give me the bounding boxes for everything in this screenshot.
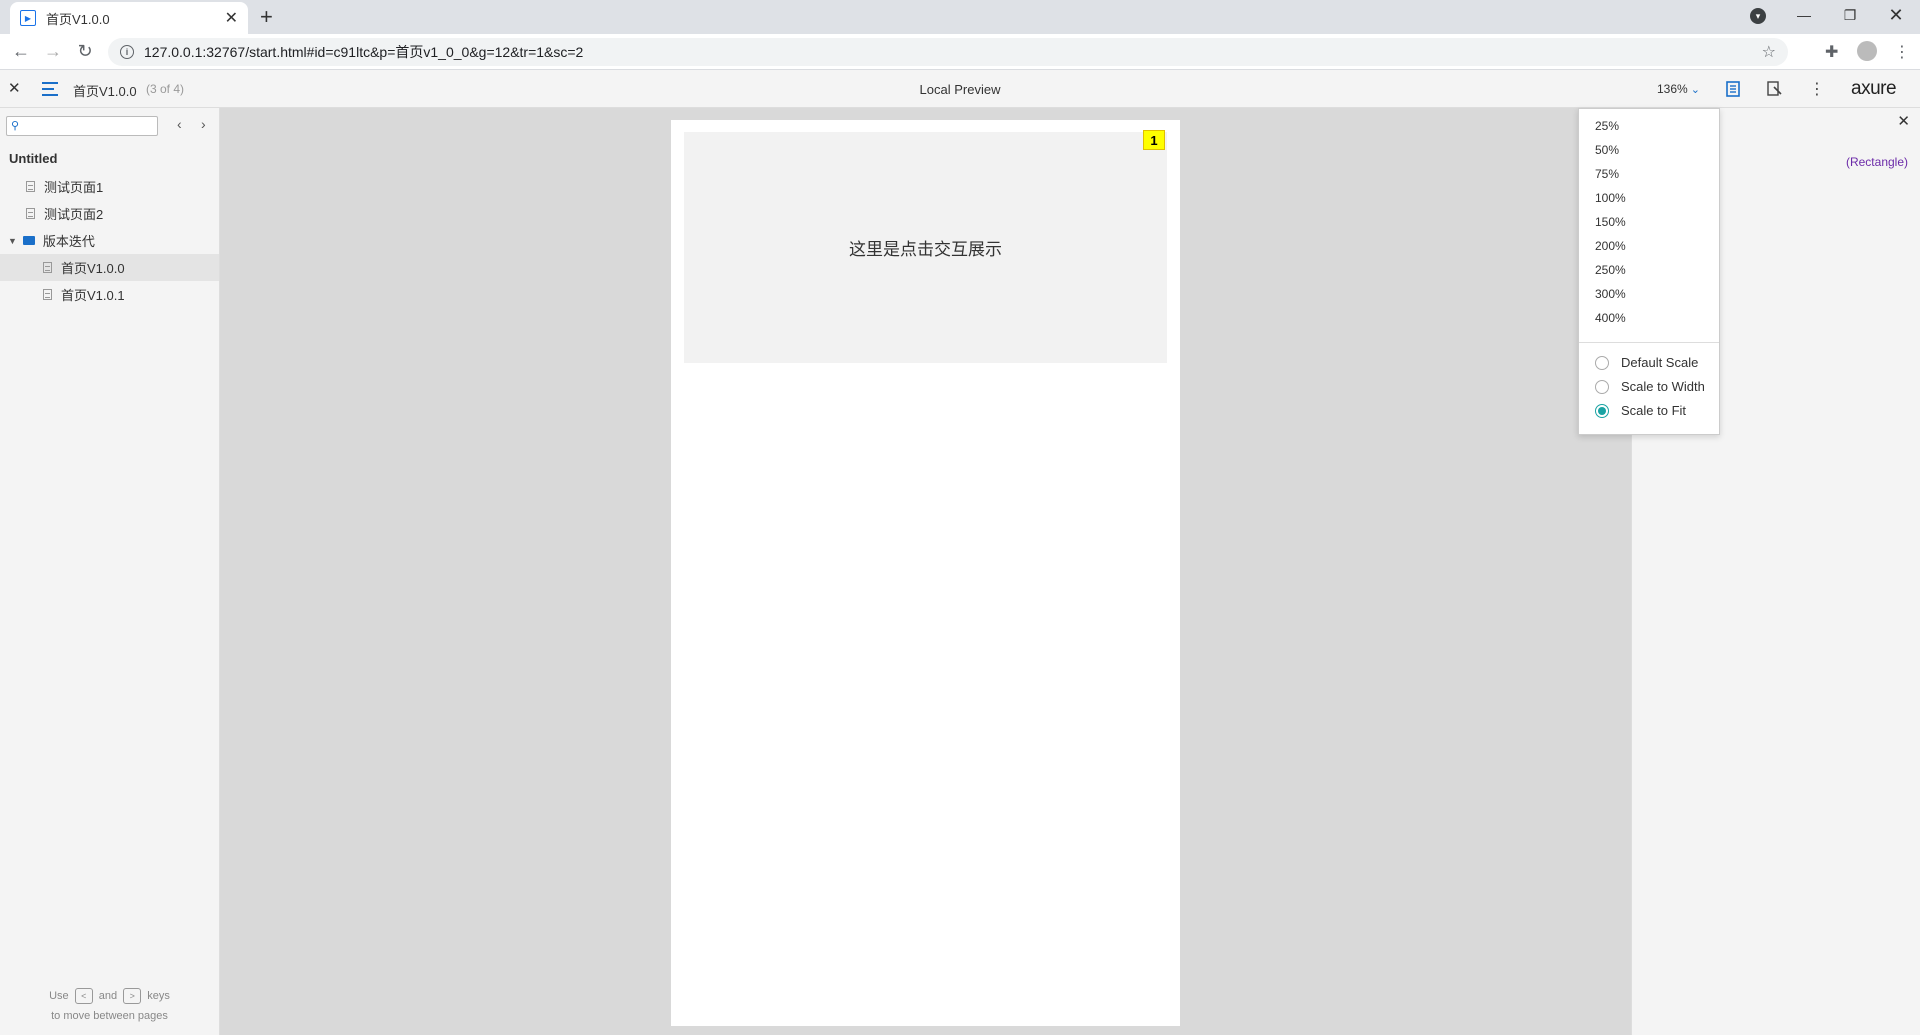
scale-option-width[interactable]: Scale to Width bbox=[1595, 379, 1705, 394]
close-tab-icon[interactable]: ✕ bbox=[225, 8, 238, 28]
search-icon: ⚲ bbox=[11, 120, 20, 132]
zoom-option[interactable]: 300% bbox=[1595, 287, 1626, 301]
current-page-name: 首页V1.0.0 bbox=[73, 84, 137, 99]
zoom-option[interactable]: 200% bbox=[1595, 239, 1626, 253]
browser-menu-icon[interactable]: ⋮ bbox=[1894, 42, 1910, 62]
zoom-option[interactable]: 50% bbox=[1595, 143, 1619, 157]
restore-icon[interactable]: ❐ bbox=[1827, 0, 1873, 30]
address-bar[interactable]: i 127.0.0.1:32767/start.html#id=c91ltc&p… bbox=[108, 38, 1788, 66]
widget-type-label: (Rectangle) bbox=[1845, 155, 1908, 169]
bookmark-star-icon[interactable]: ☆ bbox=[1762, 42, 1776, 62]
hint-text: keys bbox=[147, 990, 170, 1002]
keyboard-hint: Use < and > keys bbox=[0, 986, 219, 1006]
zoom-option[interactable]: 100% bbox=[1595, 191, 1626, 205]
page-icon bbox=[43, 289, 52, 300]
scale-option-label: Scale to Width bbox=[1621, 379, 1705, 394]
tree-item-folder[interactable]: ▼ 版本迭代 bbox=[0, 227, 219, 254]
browser-tab[interactable]: ▶ 首页V1.0.0 ✕ bbox=[10, 2, 248, 34]
browser-tab-strip: ▶ 首页V1.0.0 ✕ + ▾ — ❐ ✕ bbox=[0, 0, 1920, 34]
radio-button[interactable] bbox=[1595, 355, 1609, 370]
zoom-option[interactable]: 250% bbox=[1595, 263, 1626, 277]
extensions-icon[interactable]: ✚ bbox=[1825, 42, 1838, 62]
close-sidebar-icon[interactable]: ✕ bbox=[8, 79, 21, 97]
browser-nav-bar: ← → ↻ i 127.0.0.1:32767/start.html#id=c9… bbox=[0, 34, 1920, 70]
inspect-icon[interactable] bbox=[1764, 78, 1786, 100]
back-icon[interactable]: ← bbox=[9, 41, 33, 62]
key-prev: < bbox=[74, 988, 93, 1005]
page-search-input[interactable]: ⚲ bbox=[6, 116, 158, 136]
divider bbox=[1579, 342, 1719, 343]
rectangle-widget[interactable]: 这里是点击交互展示 bbox=[684, 132, 1167, 363]
radio-button[interactable] bbox=[1595, 379, 1609, 394]
scale-option-label: Scale to Fit bbox=[1621, 403, 1687, 418]
zoom-option[interactable]: 75% bbox=[1595, 167, 1619, 181]
zoom-option[interactable]: 400% bbox=[1595, 311, 1626, 325]
tree-item-page[interactable]: 测试页面2 bbox=[0, 200, 219, 227]
tree-item-page[interactable]: 首页V1.0.1 bbox=[0, 281, 219, 308]
caret-down-icon[interactable]: ▼ bbox=[8, 236, 17, 246]
zoom-option[interactable]: 25% bbox=[1595, 119, 1619, 133]
zoom-select[interactable]: 136% ⌄ bbox=[1657, 82, 1700, 96]
radio-button-selected[interactable] bbox=[1595, 403, 1609, 418]
preview-canvas: 这里是点击交互展示 1 bbox=[220, 108, 1631, 1035]
chevron-down-icon: ⌄ bbox=[1690, 83, 1700, 96]
reload-icon[interactable]: ↻ bbox=[73, 41, 97, 62]
new-tab-button[interactable]: + bbox=[260, 4, 273, 30]
hint-text: Use bbox=[49, 990, 69, 1002]
tree-item-label: 首页V1.0.1 bbox=[61, 288, 125, 303]
notes-icon[interactable] bbox=[1722, 78, 1744, 100]
url-text: 127.0.0.1:32767/start.html#id=c91ltc&p=首… bbox=[144, 44, 584, 60]
scale-option-fit[interactable]: Scale to Fit bbox=[1595, 403, 1686, 418]
page-icon bbox=[43, 262, 52, 273]
sitemap-menu-icon[interactable] bbox=[42, 82, 58, 100]
profile-avatar-icon[interactable] bbox=[1857, 41, 1877, 61]
preview-title: Local Preview bbox=[919, 82, 1001, 97]
tree-item-label: 测试页面2 bbox=[44, 207, 104, 222]
tree-item-label: 版本迭代 bbox=[42, 234, 95, 249]
axure-toolbar: ✕ 首页V1.0.0 (3 of 4) Local Preview 136% ⌄… bbox=[0, 70, 1920, 108]
window-close-icon[interactable]: ✕ bbox=[1873, 0, 1919, 30]
play-icon: ▶ bbox=[20, 10, 36, 26]
axure-logo: axure bbox=[1851, 78, 1897, 99]
tree-item-label: 测试页面1 bbox=[44, 180, 104, 195]
zoom-option[interactable]: 150% bbox=[1595, 215, 1626, 229]
minimize-icon[interactable]: — bbox=[1781, 0, 1827, 30]
tab-search-icon[interactable]: ▾ bbox=[1750, 8, 1766, 24]
tree-item-page-active[interactable]: 首页V1.0.0 bbox=[0, 254, 219, 281]
keyboard-hint-line2: to move between pages bbox=[51, 1010, 168, 1022]
page-icon bbox=[26, 208, 35, 219]
folder-icon bbox=[22, 236, 35, 245]
key-next: > bbox=[123, 988, 142, 1005]
tree-item-page[interactable]: 测试页面1 bbox=[0, 173, 219, 200]
more-options-icon[interactable]: ⋮ bbox=[1806, 78, 1828, 100]
next-page-icon[interactable]: › bbox=[201, 116, 206, 132]
scale-option-label: Default Scale bbox=[1621, 355, 1699, 370]
prev-page-icon[interactable]: ‹ bbox=[177, 116, 182, 132]
scale-option-default[interactable]: Default Scale bbox=[1595, 355, 1698, 370]
close-notes-icon[interactable]: ✕ bbox=[1897, 112, 1910, 130]
sitemap-root: Untitled bbox=[9, 151, 58, 166]
page-icon bbox=[26, 181, 35, 192]
tab-title: 首页V1.0.0 bbox=[46, 11, 110, 27]
prototype-page: 这里是点击交互展示 1 bbox=[671, 120, 1180, 1026]
site-info-icon[interactable]: i bbox=[120, 45, 134, 59]
hint-text: and bbox=[98, 990, 118, 1002]
zoom-dropdown: 25% 50% 75% 100% 150% 200% 250% 300% 400… bbox=[1578, 108, 1720, 435]
footnote-marker[interactable]: 1 bbox=[1143, 130, 1165, 150]
page-count: (3 of 4) bbox=[146, 82, 185, 96]
sitemap-sidebar: ⚲ ‹ › Untitled 测试页面1 测试页面2 ▼ 版本迭代 首页V1.0… bbox=[0, 108, 220, 1035]
forward-icon[interactable]: → bbox=[41, 41, 65, 62]
tree-item-label: 首页V1.0.0 bbox=[61, 261, 125, 276]
zoom-value: 136% bbox=[1657, 82, 1688, 96]
